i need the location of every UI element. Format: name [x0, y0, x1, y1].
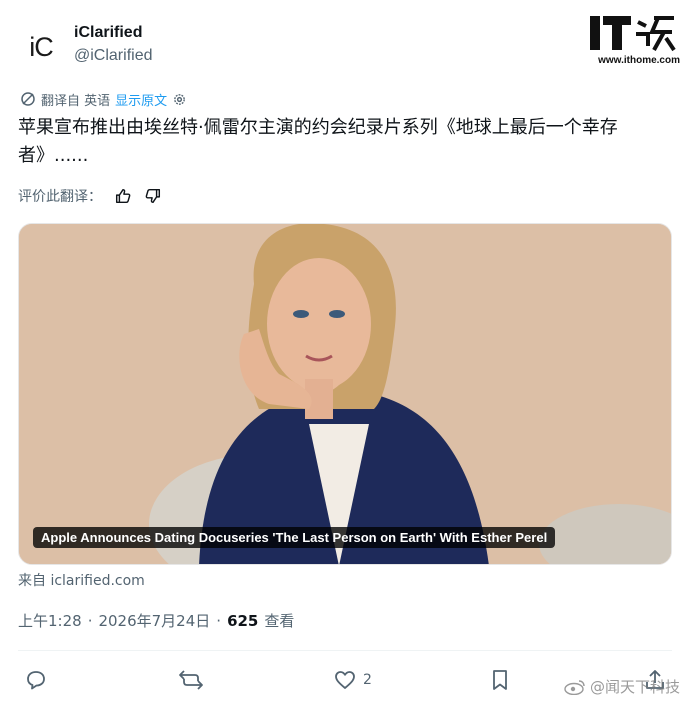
- separator-dot: ·: [87, 611, 93, 630]
- rate-translation-row: 评价此翻译：: [18, 185, 162, 207]
- show-original-link[interactable]: 显示原文: [115, 90, 167, 109]
- gear-icon[interactable]: [172, 92, 187, 107]
- weibo-icon: [564, 679, 585, 695]
- watermark-text: @闻天下科技: [589, 678, 680, 696]
- separator-dot: ·: [216, 611, 222, 630]
- post-meta: 上午1:28 · 2026年7月24日 · 625 查看: [18, 610, 294, 631]
- post-text: 苹果宣布推出由埃丝特·佩雷尔主演的约会纪录片系列《地球上最后一个幸存者》....…: [18, 117, 618, 166]
- heart-icon: [335, 671, 355, 689]
- reply-button[interactable]: [24, 660, 48, 700]
- post-time[interactable]: 上午1:28: [18, 610, 82, 631]
- ithome-url: www.ithome.com: [598, 55, 680, 66]
- weibo-watermark: @闻天下科技: [564, 676, 680, 697]
- thumbs-up-icon[interactable]: [114, 187, 132, 205]
- portrait-illustration: [19, 224, 671, 564]
- like-button[interactable]: 2: [333, 660, 372, 700]
- repost-button[interactable]: [178, 660, 204, 700]
- translate-icon: [21, 92, 35, 106]
- translation-row: 翻译自 英语 显示原文: [20, 89, 187, 109]
- rate-label: 评价此翻译：: [18, 189, 102, 205]
- divider: [18, 650, 672, 651]
- media-caption: Apple Announces Dating Docuseries 'The L…: [33, 527, 556, 548]
- views-label: 查看: [264, 612, 295, 630]
- reply-icon: [27, 671, 45, 690]
- like-count: 2: [363, 672, 372, 688]
- account-name[interactable]: iClarified: [74, 24, 142, 42]
- avatar[interactable]: iC: [18, 24, 64, 70]
- post-date[interactable]: 2026年7月24日: [98, 610, 210, 631]
- views-count: 625: [227, 611, 259, 630]
- bookmark-button[interactable]: [488, 660, 512, 700]
- source-link[interactable]: 来自 iclarified.com: [18, 570, 145, 590]
- repost-icon: [179, 670, 203, 690]
- bookmark-icon: [493, 670, 507, 690]
- thumbs-down-icon[interactable]: [144, 187, 162, 205]
- media-image[interactable]: [18, 223, 672, 565]
- translation-label: 翻译自 英语: [41, 93, 111, 109]
- account-handle[interactable]: @iClarified: [74, 47, 152, 65]
